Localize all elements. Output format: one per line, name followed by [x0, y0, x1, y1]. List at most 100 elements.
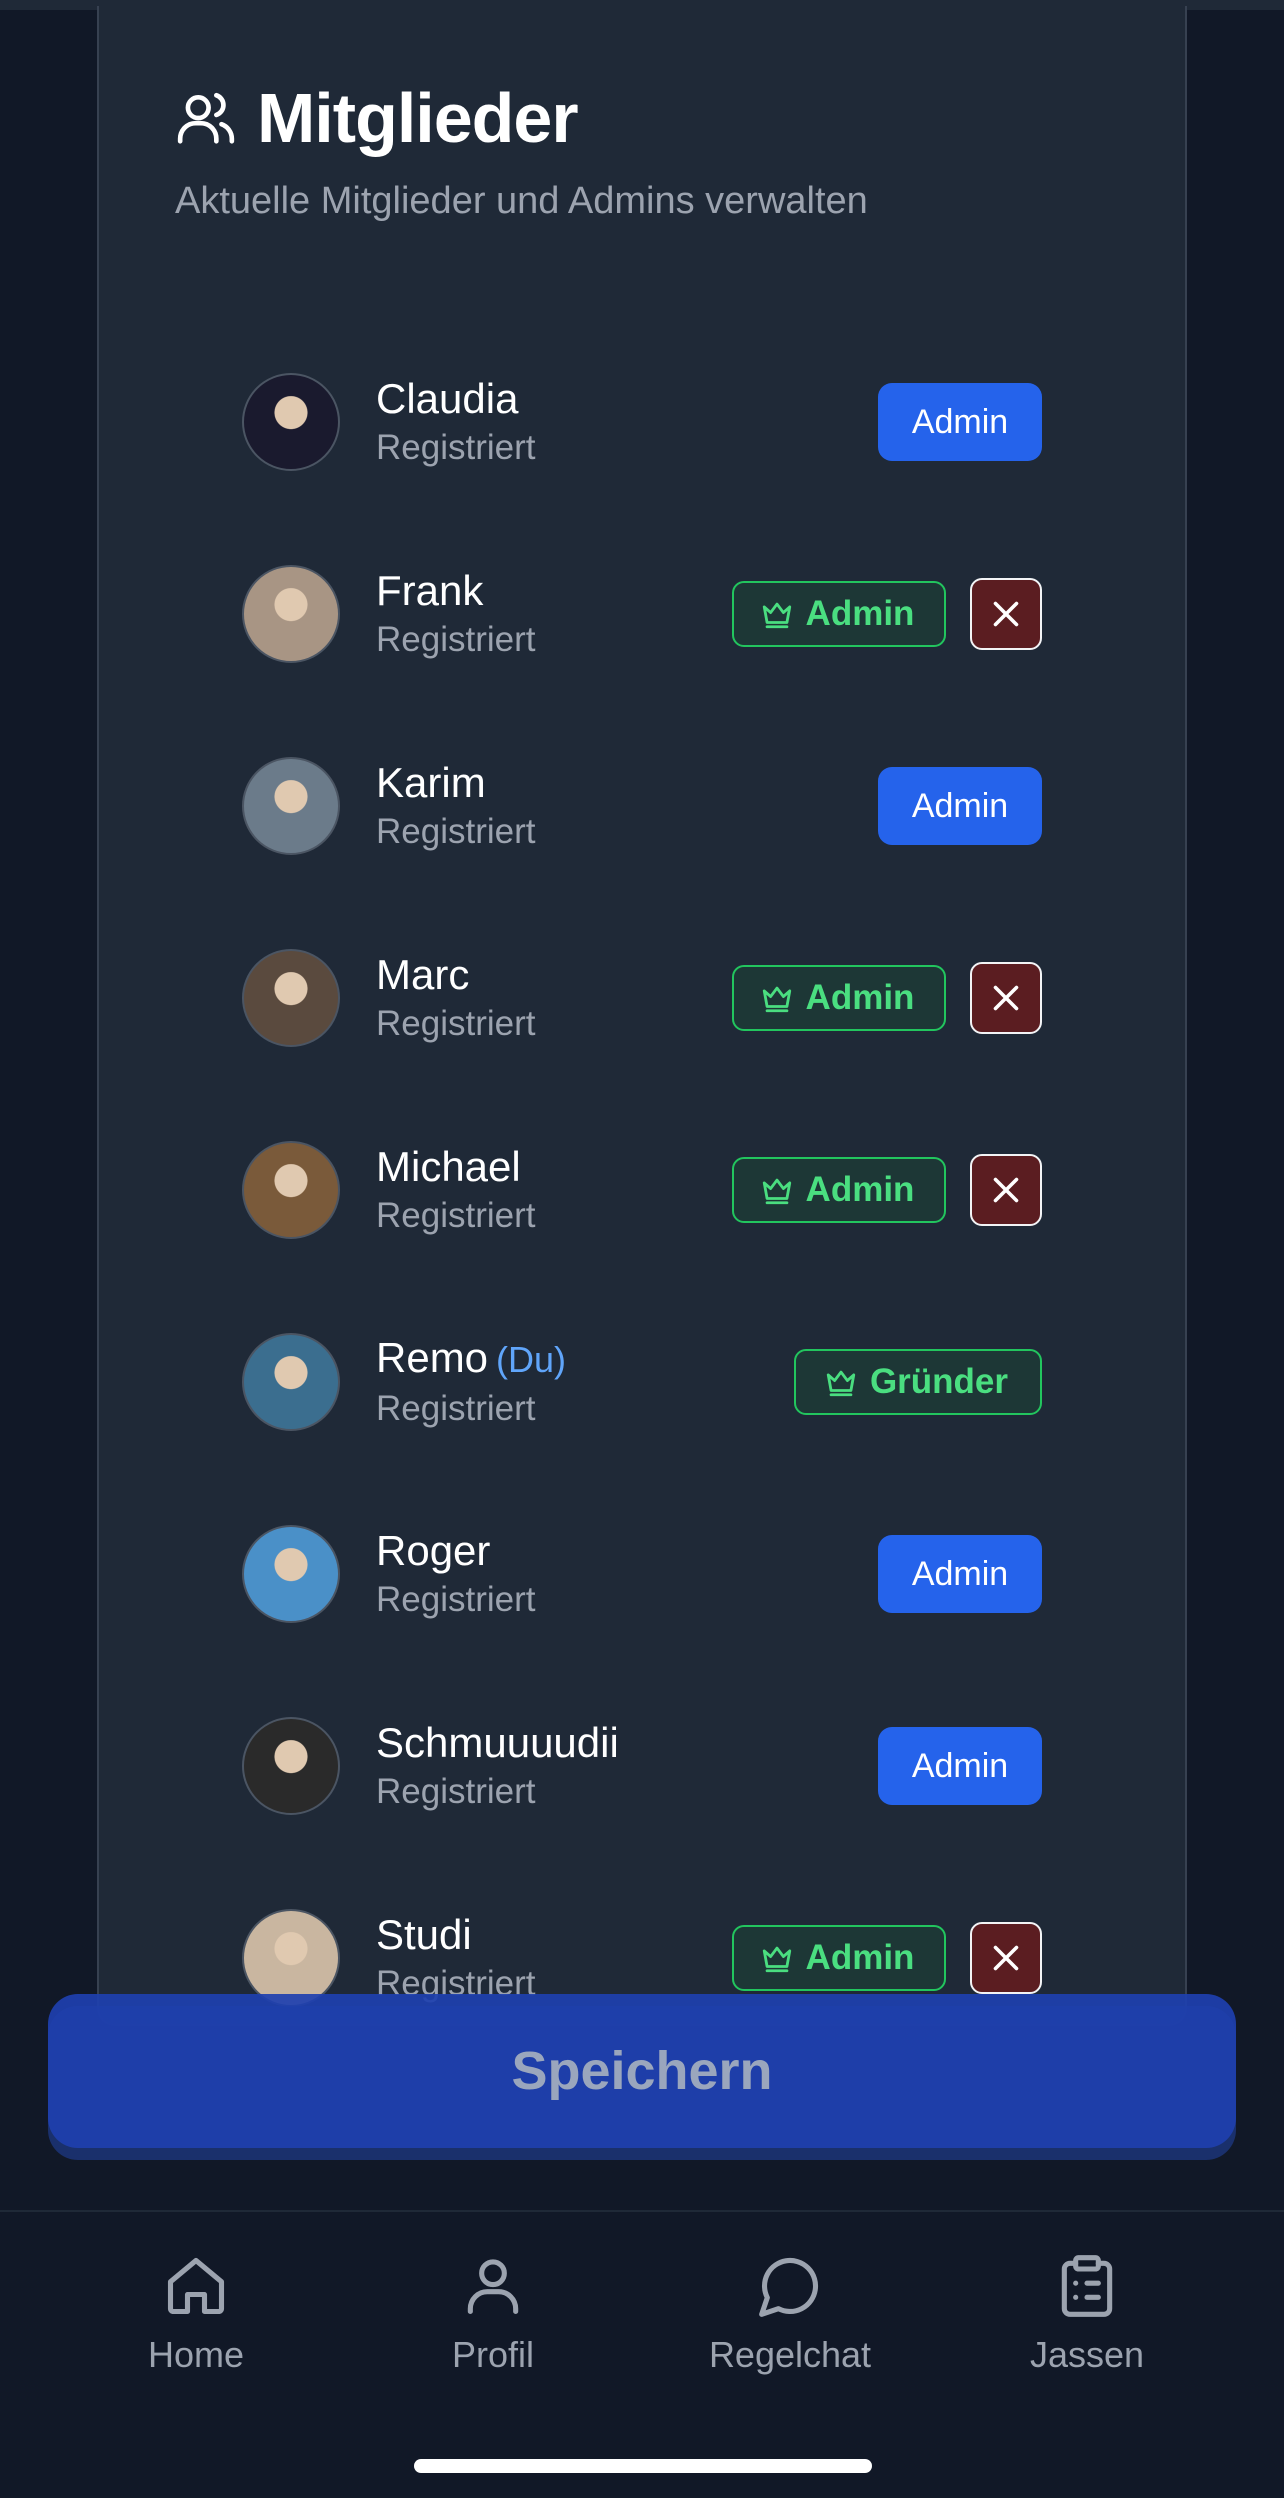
- crown-icon: [760, 981, 806, 1015]
- member-name-line: Karim: [376, 757, 535, 809]
- clipboard-list-icon: [1061, 2255, 1113, 2317]
- member-name: Marc: [376, 951, 470, 998]
- page-subtitle: Aktuelle Mitglieder und Admins verwalten: [175, 180, 868, 222]
- crown-icon: [760, 1941, 806, 1975]
- nav-jassen[interactable]: Jassen: [967, 2252, 1207, 2376]
- close-icon: [988, 596, 1024, 632]
- member-info: Remo (Du) Registriert: [376, 1332, 566, 1432]
- member-status: Registriert: [376, 1004, 536, 1043]
- member-actions: Admin: [732, 518, 1042, 710]
- member-actions: Admin: [878, 326, 1042, 518]
- remove-admin-button[interactable]: [970, 1154, 1042, 1226]
- you-tag: (Du): [496, 1339, 567, 1380]
- member-name-line: Roger: [376, 1525, 535, 1577]
- member-info: Roger Registriert: [376, 1525, 535, 1623]
- badge-label: Admin: [805, 1938, 915, 1977]
- member-status: Registriert: [376, 812, 536, 851]
- admin-badge: Admin: [732, 965, 946, 1031]
- member-name-line: Schmuuuudii: [376, 1717, 619, 1769]
- member-status: Registriert: [376, 428, 536, 467]
- member-info: Marc Registriert: [376, 949, 535, 1047]
- member-actions: Gründer: [794, 1286, 1042, 1478]
- member-status: Registriert: [376, 1389, 536, 1428]
- member-name-line: Remo (Du): [376, 1332, 566, 1386]
- admin-badge: Admin: [732, 581, 946, 647]
- member-row: Schmuuuudii Registriert Admin: [242, 1670, 1042, 1862]
- member-actions: Admin: [878, 1670, 1042, 1862]
- make-admin-button[interactable]: Admin: [878, 1727, 1042, 1805]
- remove-admin-button[interactable]: [970, 962, 1042, 1034]
- member-name: Michael: [376, 1143, 521, 1190]
- avatar: [242, 565, 340, 663]
- member-row: Karim Registriert Admin: [242, 710, 1042, 902]
- member-status: Registriert: [376, 620, 536, 659]
- badge-label: Admin: [805, 978, 915, 1017]
- member-name-line: Claudia: [376, 373, 535, 425]
- member-info: Schmuuuudii Registriert: [376, 1717, 619, 1815]
- avatar: [242, 1717, 340, 1815]
- badge-label: Gründer: [869, 1362, 1009, 1401]
- user-icon: [467, 2259, 519, 2315]
- member-row: Michael Registriert Admin: [242, 1094, 1042, 1286]
- nav-profil[interactable]: Profil: [373, 2252, 613, 2376]
- make-admin-button[interactable]: Admin: [878, 767, 1042, 845]
- member-actions: Admin: [732, 902, 1042, 1094]
- member-actions: Admin: [878, 710, 1042, 902]
- card-header: Mitglieder Aktuelle Mitglieder und Admin…: [175, 78, 1145, 223]
- member-name: Remo: [376, 1334, 489, 1381]
- member-actions: Admin: [878, 1478, 1042, 1670]
- nav-jassen-label: Jassen: [1029, 2334, 1145, 2375]
- admin-badge: Admin: [732, 1157, 946, 1223]
- nav-home[interactable]: Home: [76, 2252, 316, 2376]
- member-row: Roger Registriert Admin: [242, 1478, 1042, 1670]
- avatar: [242, 1141, 340, 1239]
- member-name-line: Marc: [376, 949, 535, 1001]
- badge-label: Admin: [805, 594, 915, 633]
- nav-home-label: Home: [147, 2334, 245, 2375]
- nav-profil-label: Profil: [451, 2334, 535, 2375]
- crown-icon: [760, 597, 806, 631]
- avatar: [242, 1909, 340, 2007]
- chat-bubble-icon: [759, 2257, 819, 2317]
- member-status: Registriert: [376, 1580, 536, 1619]
- users-icon: [177, 92, 235, 144]
- make-admin-button[interactable]: Admin: [878, 383, 1042, 461]
- member-row: Claudia Registriert Admin: [242, 326, 1042, 518]
- remove-admin-button[interactable]: [970, 1922, 1042, 1994]
- close-icon: [988, 1940, 1024, 1976]
- nav-regelchat[interactable]: Regelchat: [670, 2252, 910, 2376]
- save-button[interactable]: Speichern: [48, 1994, 1236, 2148]
- save-area: Speichern: [48, 1994, 1236, 2160]
- member-info: Studi Registriert: [376, 1909, 535, 2007]
- member-info: Claudia Registriert: [376, 373, 535, 471]
- members-list: Claudia Registriert Admin Frank Registriert A…: [242, 326, 1042, 2024]
- member-row: Remo (Du) Registriert Gründer: [242, 1286, 1042, 1478]
- make-admin-button[interactable]: Admin: [878, 1535, 1042, 1613]
- founder-badge: Gründer: [794, 1349, 1042, 1415]
- crown-icon: [760, 1173, 806, 1207]
- home-indicator: [414, 2459, 872, 2473]
- admin-badge: Admin: [732, 1925, 946, 1991]
- member-name: Studi: [376, 1911, 472, 1958]
- member-actions: Admin: [732, 1094, 1042, 1286]
- member-name: Schmuuuudii: [376, 1719, 619, 1766]
- member-info: Frank Registriert: [376, 565, 535, 663]
- member-row: Frank Registriert Admin: [242, 518, 1042, 710]
- member-name: Roger: [376, 1527, 491, 1574]
- badge-label: Admin: [805, 1170, 915, 1209]
- avatar: [242, 1525, 340, 1623]
- remove-admin-button[interactable]: [970, 578, 1042, 650]
- member-name-line: Studi: [376, 1909, 535, 1961]
- member-status: Registriert: [376, 1196, 536, 1235]
- avatar: [242, 949, 340, 1047]
- page-title: Mitglieder: [257, 79, 579, 157]
- member-info: Karim Registriert: [376, 757, 535, 855]
- member-row: Marc Registriert Admin: [242, 902, 1042, 1094]
- member-status: Registriert: [376, 1772, 536, 1811]
- member-name: Karim: [376, 759, 486, 806]
- close-icon: [988, 980, 1024, 1016]
- crown-icon: [824, 1365, 870, 1399]
- avatar: [242, 373, 340, 471]
- members-card: Mitglieder Aktuelle Mitglieder und Admin…: [97, 6, 1187, 2026]
- member-name: Frank: [376, 567, 484, 614]
